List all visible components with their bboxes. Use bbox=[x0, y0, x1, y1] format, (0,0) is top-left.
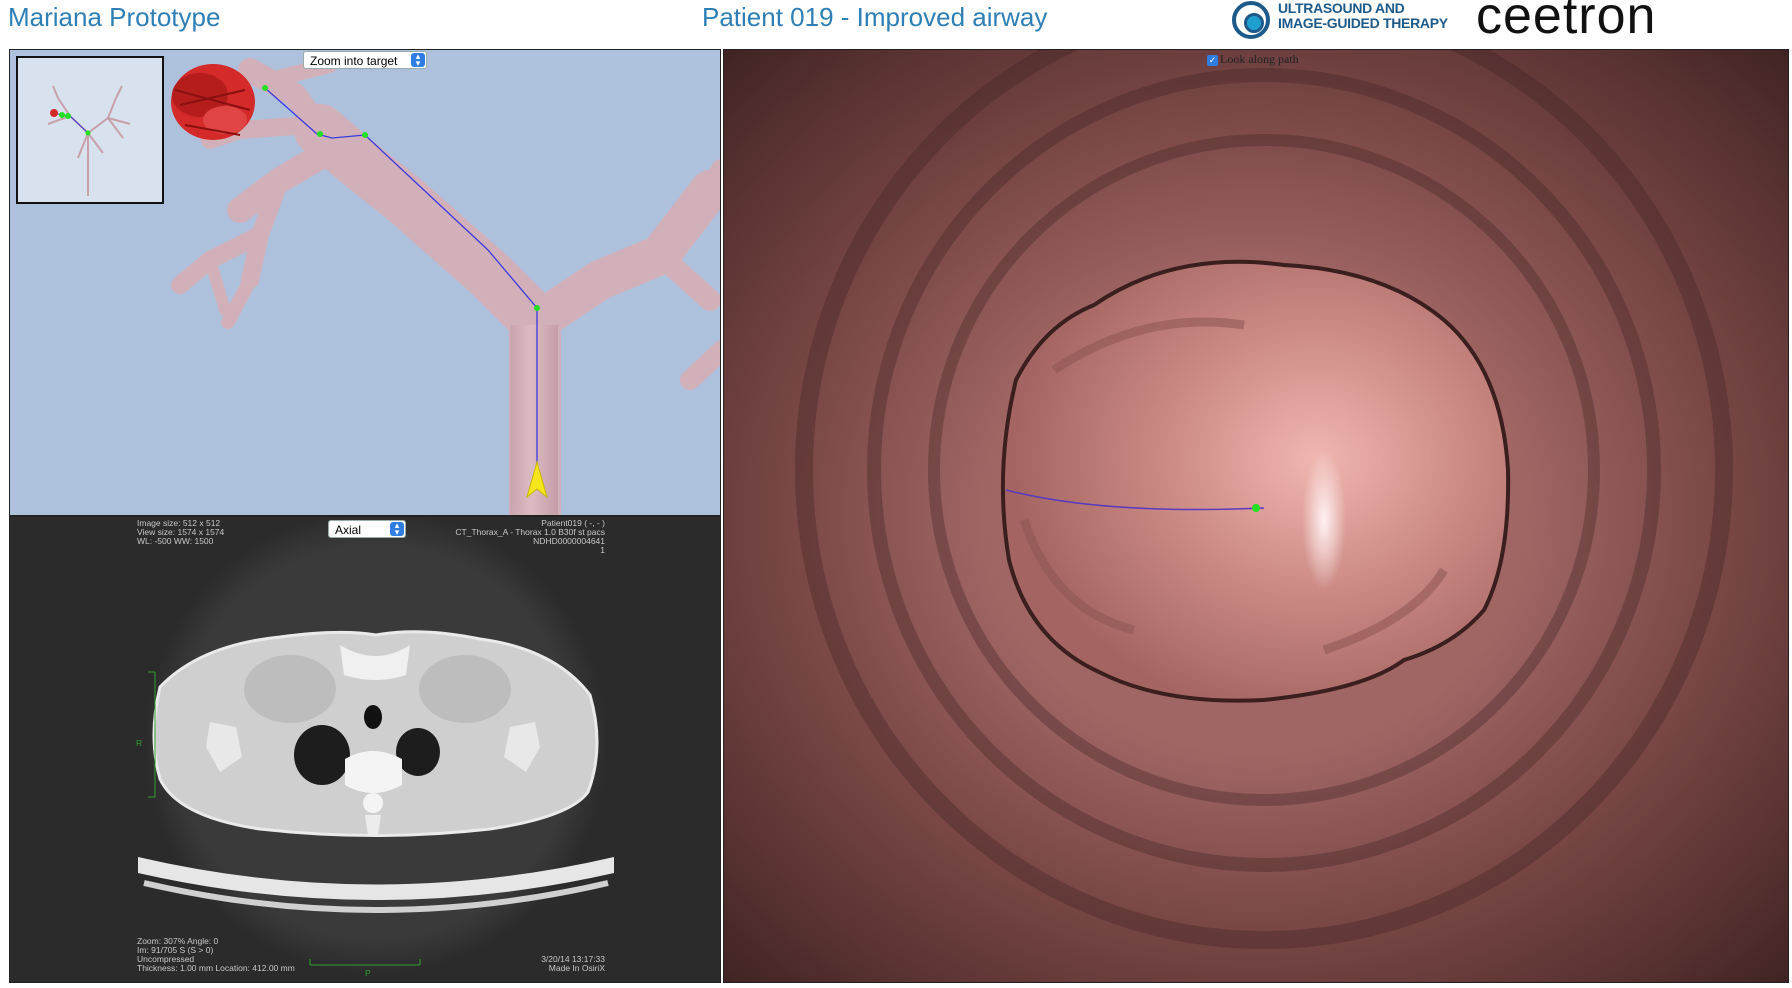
ct-info-top-left: Image size: 512 x 512 View size: 1574 x … bbox=[137, 519, 224, 546]
ct-info-top-right: Patient019 ( -, - ) CT_Thorax_A - Thorax… bbox=[455, 519, 605, 555]
zoom-target-select[interactable]: Zoom into target ▴ ▾ bbox=[303, 51, 427, 69]
uigt-logo: ULTRASOUND AND IMAGE-GUIDED THERAPY bbox=[1232, 0, 1458, 42]
ceetron-logo: ceetron bbox=[1476, 0, 1656, 46]
endoscope-path-node bbox=[1252, 504, 1260, 512]
slice-orientation-value: Axial bbox=[335, 523, 362, 537]
ceetron-logo-text: ceetron bbox=[1476, 0, 1657, 45]
select-arrows-icon: ▴ ▾ bbox=[390, 521, 404, 537]
minimap-tree bbox=[47, 85, 131, 196]
overview-minimap[interactable] bbox=[16, 56, 164, 204]
app-title: Mariana Prototype bbox=[8, 2, 221, 32]
ct-orientation-left: R bbox=[136, 738, 143, 748]
airway-lumen bbox=[1000, 259, 1511, 703]
ct-slice-view[interactable]: Axial ▴ ▾ Image size: 512 x 512 View size… bbox=[9, 516, 721, 983]
ct-info-bottom-right: 3/20/14 13:17:33 Made In OsiriX bbox=[541, 955, 605, 973]
thorax-cross-section bbox=[152, 630, 599, 837]
virtual-endoscopy-view[interactable]: ✓ Look along path bbox=[723, 49, 1789, 983]
slice-orientation-select[interactable]: Axial ▴ ▾ bbox=[328, 520, 406, 538]
specular-highlight bbox=[1302, 450, 1346, 590]
ct-made-in: Made In OsiriX bbox=[548, 963, 605, 973]
patient-title: Patient 019 - Improved airway bbox=[702, 2, 1048, 32]
uigt-logo-line2: IMAGE-GUIDED THERAPY bbox=[1278, 15, 1448, 31]
ct-orientation-bottom: P bbox=[365, 968, 371, 978]
look-along-path-checkbox[interactable]: ✓ Look along path bbox=[1207, 52, 1299, 67]
uigt-logo-line1: ULTRASOUND AND bbox=[1278, 0, 1405, 16]
ct-series-number: 1 bbox=[600, 545, 605, 555]
ct-thickness-location: Thickness: 1.00 mm Location: 412.00 mm bbox=[137, 963, 295, 973]
ct-study-id: NDHD0000004641 bbox=[533, 536, 605, 546]
virtual-endoscopy-render[interactable] bbox=[724, 50, 1789, 983]
zoom-target-select-value: Zoom into target bbox=[310, 54, 398, 68]
ct-slice-image[interactable] bbox=[10, 517, 721, 983]
look-along-path-label: Look along path bbox=[1220, 52, 1299, 66]
ct-window-level: WL: -500 WW: 1500 bbox=[137, 536, 214, 546]
select-arrows-icon: ▴ ▾ bbox=[411, 52, 425, 68]
ct-info-bottom-left: Zoom: 307% Angle: 0 Im: 91/705 S (S > 0)… bbox=[137, 937, 295, 973]
checkbox-checked-icon[interactable]: ✓ bbox=[1207, 54, 1218, 66]
airway-tree-view[interactable]: Zoom into target ▴ ▾ bbox=[9, 49, 721, 516]
uigt-logo-icon bbox=[1232, 1, 1270, 39]
airway-branches bbox=[171, 57, 720, 515]
target-lesion bbox=[171, 64, 255, 140]
